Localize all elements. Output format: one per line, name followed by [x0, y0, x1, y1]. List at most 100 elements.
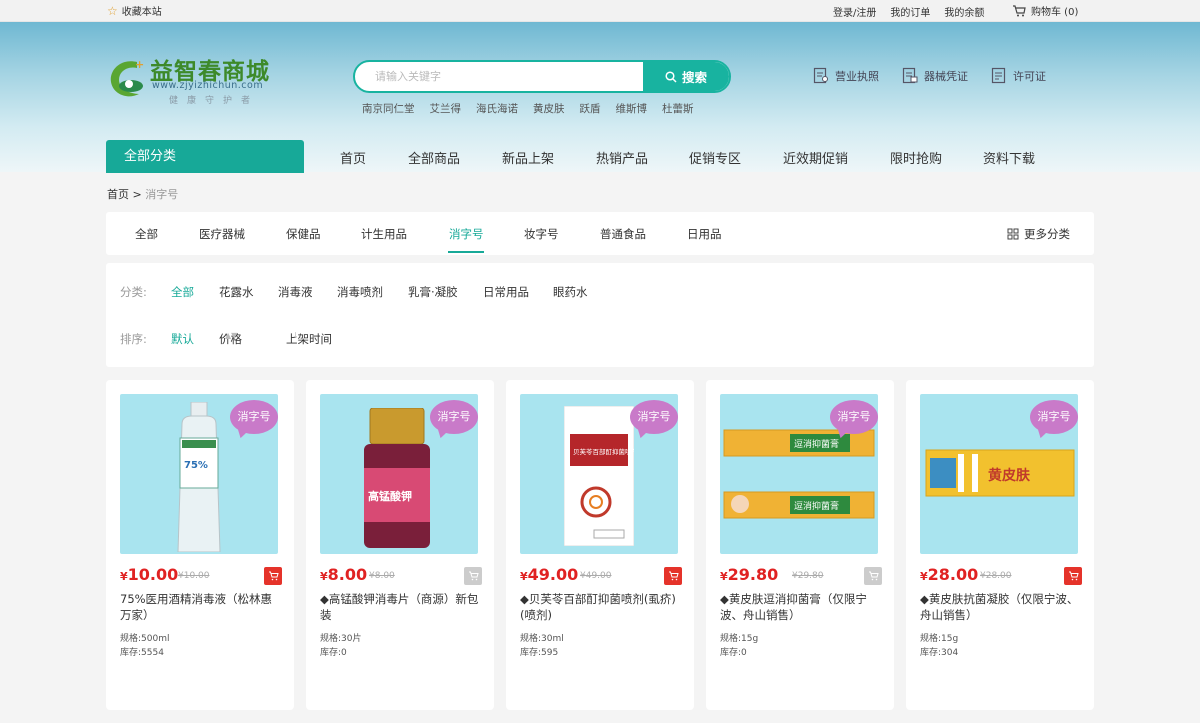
original-price: ¥10.00 — [178, 571, 210, 581]
filter-option[interactable]: 花露水 — [219, 284, 254, 300]
original-price: ¥49.00 — [580, 571, 612, 581]
nav-item-hot[interactable]: 热销产品 — [596, 148, 648, 167]
filter-option[interactable]: 全部 — [171, 284, 194, 300]
nav-item-flash-sale[interactable]: 限时抢购 — [890, 148, 942, 167]
product-image[interactable]: 黄皮肤 消字号 — [920, 394, 1078, 554]
hotword-link[interactable]: 海氏海诺 — [476, 101, 518, 116]
filter-panel: 分类: 全部 花露水 消毒液 消毒喷剂 乳膏·凝胶 日常用品 眼药水 排序: 默… — [106, 263, 1094, 367]
product-name[interactable]: 75%医用酒精消毒液（松林惠万家） — [120, 591, 282, 623]
top-utility-bar: ☆ 收藏本站 登录/注册 我的订单 我的余额 购物车 (0) — [0, 0, 1200, 22]
filter-option[interactable]: 日常用品 — [483, 284, 529, 300]
site-logo[interactable]: + 益智春商城 www.zjyizhichun.com 健康守护者 — [107, 52, 287, 107]
permit-link[interactable]: 许可证 — [991, 67, 1046, 84]
product-size: 规格:30ml — [520, 634, 564, 644]
all-categories-button[interactable]: 全部分类 — [106, 140, 304, 173]
hotword-link[interactable]: 黄皮肤 — [533, 101, 565, 116]
product-image[interactable]: 贝芙苓百部酊抑菌喷剂 消字号 — [520, 394, 678, 554]
product-name[interactable]: ◆黄皮肤抗菌凝胶（仅限宁波、舟山销售） — [920, 591, 1082, 623]
my-balance-link[interactable]: 我的余额 — [944, 4, 984, 19]
tab-health-products[interactable]: 保健品 — [286, 226, 321, 242]
search-button[interactable]: 搜索 — [643, 62, 729, 91]
product-card[interactable]: 高锰酸钾 消字号 ¥8.00 ¥8.00 ◆高锰酸钾消毒片（商源）新包装 规格:… — [306, 380, 494, 710]
currency-symbol: ¥ — [320, 570, 328, 583]
tab-daily-use[interactable]: 日用品 — [687, 226, 722, 242]
product-name[interactable]: ◆贝芙苓百部酊抑菌喷剂(虱疥)(喷剂) — [520, 591, 682, 623]
nav-item-near-expiry[interactable]: 近效期促销 — [783, 148, 848, 167]
product-size: 规格:15g — [920, 634, 959, 644]
product-spec: 规格:15g 库存:0 — [720, 632, 758, 660]
product-card[interactable]: 75% 消字号 ¥10.00 ¥10.00 75%医用酒精消毒液（松林惠万家） … — [106, 380, 294, 710]
tab-family-planning[interactable]: 计生用品 — [361, 226, 407, 242]
grid-icon — [1007, 228, 1019, 240]
filter-option[interactable]: 消毒喷剂 — [337, 284, 383, 300]
sort-default[interactable]: 默认 — [171, 331, 194, 347]
nav-item-all-products[interactable]: 全部商品 — [408, 148, 460, 167]
add-to-cart-button-disabled[interactable] — [864, 567, 882, 585]
hotword-link[interactable]: 跃盾 — [580, 101, 601, 116]
filter-option[interactable]: 眼药水 — [553, 284, 588, 300]
product-image[interactable]: 逗消抑菌膏 逗消抑菌膏 消字号 — [720, 394, 878, 554]
product-name[interactable]: ◆高锰酸钾消毒片（商源）新包装 — [320, 591, 482, 623]
add-to-cart-button[interactable] — [1064, 567, 1082, 585]
tablet-jar-image: 高锰酸钾 — [364, 408, 430, 548]
hotword-link[interactable]: 维斯博 — [616, 101, 648, 116]
favorite-label: 收藏本站 — [121, 7, 162, 18]
product-price: ¥29.80 — [720, 565, 778, 584]
sort-arrow-icon: ↓ — [292, 331, 299, 340]
product-stock: 库存:0 — [720, 648, 747, 658]
document-icon — [991, 67, 1006, 84]
business-license-link[interactable]: 营业执照 — [813, 67, 879, 84]
price-value: 49.00 — [527, 565, 579, 584]
logo-url: www.zjyizhichun.com — [152, 80, 264, 91]
favorite-link[interactable]: ☆ 收藏本站 — [107, 3, 162, 19]
account-links: 登录/注册 我的订单 我的余额 — [833, 4, 984, 19]
product-name[interactable]: ◆黄皮肤逗消抑菌膏（仅限宁波、舟山销售） — [720, 591, 882, 623]
tab-medical-devices[interactable]: 医疗器械 — [199, 226, 245, 242]
original-price: ¥29.80 — [792, 571, 824, 581]
nav-item-promo[interactable]: 促销专区 — [689, 148, 741, 167]
nav-item-home[interactable]: 首页 — [340, 148, 366, 167]
nav-item-downloads[interactable]: 资料下载 — [983, 148, 1035, 167]
hotword-link[interactable]: 杜蕾斯 — [662, 101, 694, 116]
hotword-link[interactable]: 南京同仁堂 — [362, 101, 415, 116]
cart-icon — [1013, 4, 1026, 16]
svg-text:高锰酸钾: 高锰酸钾 — [368, 489, 412, 503]
breadcrumb-home[interactable]: 首页 — [107, 188, 129, 201]
breadcrumb: 首页 > 消字号 — [107, 186, 178, 202]
product-price: ¥28.00 — [920, 565, 978, 584]
tab-all[interactable]: 全部 — [135, 226, 158, 242]
tab-cosmetics[interactable]: 妆字号 — [524, 226, 559, 242]
tab-disinfection[interactable]: 消字号 — [449, 226, 484, 242]
currency-symbol: ¥ — [520, 570, 528, 583]
filter-option[interactable]: 消毒液 — [278, 284, 313, 300]
disinfection-badge: 消字号 — [230, 400, 278, 434]
device-certificate-link[interactable]: 器械凭证 — [902, 67, 968, 84]
search-input[interactable] — [355, 62, 645, 91]
login-register-link[interactable]: 登录/注册 — [833, 4, 876, 19]
product-size: 规格:500ml — [120, 634, 170, 644]
product-image[interactable]: 75% 消字号 — [120, 394, 278, 554]
add-to-cart-button[interactable] — [264, 567, 282, 585]
tab-food[interactable]: 普通食品 — [600, 226, 646, 242]
price-value: 29.80 — [727, 565, 779, 584]
cart-icon — [468, 571, 479, 581]
sort-arrows-icon: ▲▼ — [225, 331, 238, 340]
nav-item-new[interactable]: 新品上架 — [502, 148, 554, 167]
cart-link[interactable]: 购物车 (0) — [1012, 3, 1078, 18]
add-to-cart-button[interactable] — [664, 567, 682, 585]
product-spec: 规格:30片 库存:0 — [320, 632, 362, 660]
filter-option[interactable]: 乳膏·凝胶 — [408, 284, 458, 300]
product-size: 规格:15g — [720, 634, 759, 644]
original-price: ¥28.00 — [980, 571, 1012, 581]
hotword-link[interactable]: 艾兰得 — [430, 101, 462, 116]
product-card[interactable]: 黄皮肤 消字号 ¥28.00 ¥28.00 ◆黄皮肤抗菌凝胶（仅限宁波、舟山销售… — [906, 380, 1094, 710]
product-card[interactable]: 贝芙苓百部酊抑菌喷剂 消字号 ¥49.00 ¥49.00 ◆贝芙苓百部酊抑菌喷剂… — [506, 380, 694, 710]
disinfection-badge: 消字号 — [630, 400, 678, 434]
product-card[interactable]: 逗消抑菌膏 逗消抑菌膏 消字号 ¥29.80 ¥29.80 ◆黄皮肤逗消抑菌膏（… — [706, 380, 894, 710]
svg-text:逗消抑菌膏: 逗消抑菌膏 — [794, 500, 839, 512]
currency-symbol: ¥ — [920, 570, 928, 583]
product-image[interactable]: 高锰酸钾 消字号 — [320, 394, 478, 554]
more-categories-button[interactable]: 更多分类 — [1007, 226, 1070, 242]
add-to-cart-button-disabled[interactable] — [464, 567, 482, 585]
my-orders-link[interactable]: 我的订单 — [890, 4, 930, 19]
